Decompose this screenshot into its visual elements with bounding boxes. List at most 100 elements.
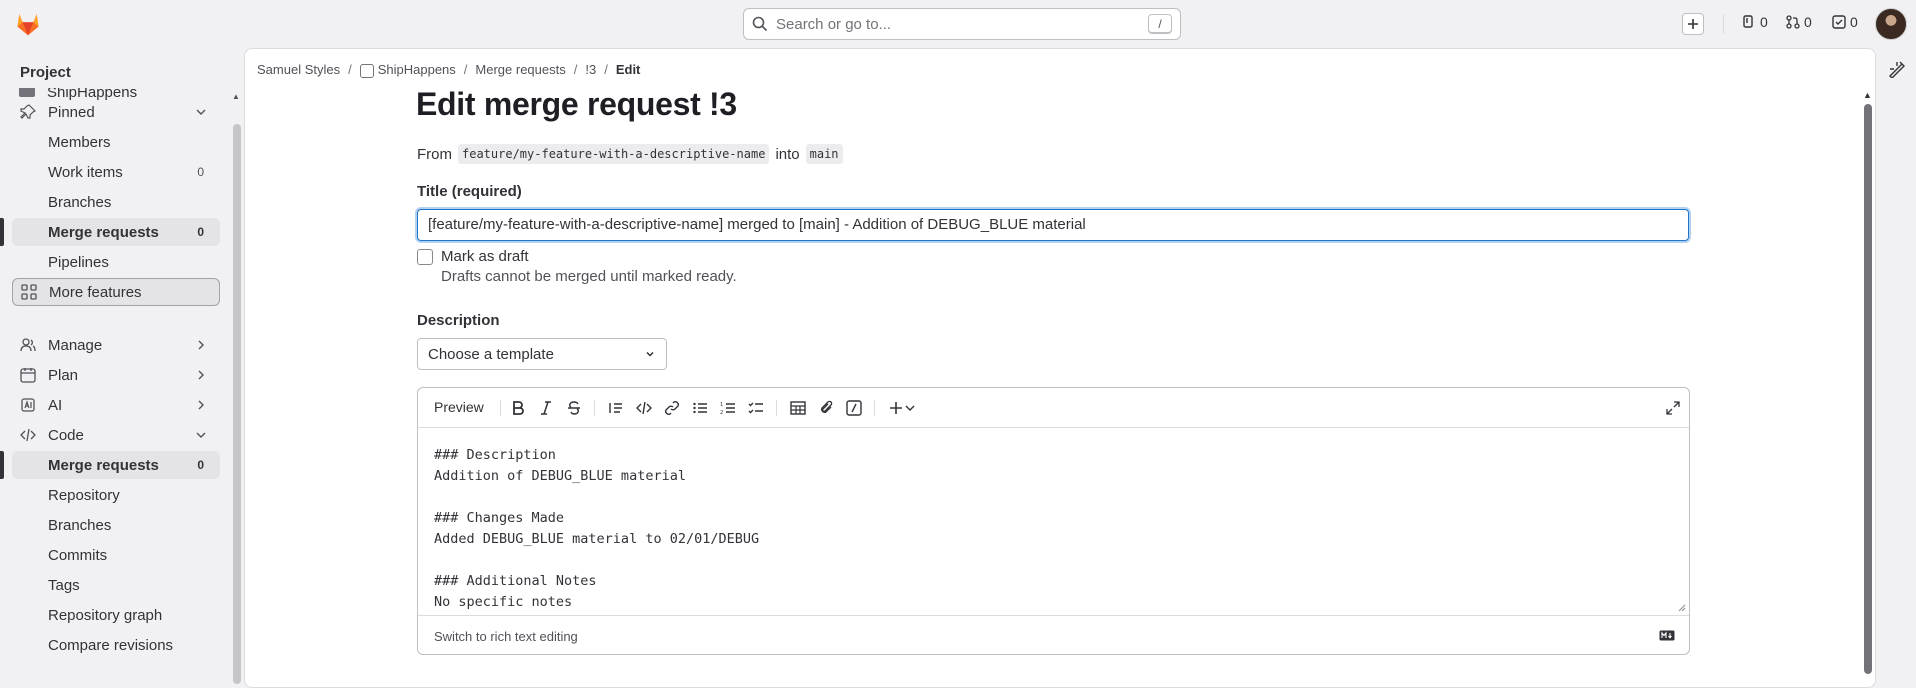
sidebar-item-tags[interactable]: Tags xyxy=(12,571,220,599)
create-new-button[interactable] xyxy=(1682,13,1704,35)
markdown-icon xyxy=(1659,630,1675,641)
user-avatar[interactable] xyxy=(1875,8,1907,40)
top-bar: Search or go to... / 0 0 0 xyxy=(0,0,1916,48)
page-title: Edit merge request !3 xyxy=(416,86,737,122)
main-scrollbar-thumb[interactable] xyxy=(1864,104,1872,674)
sidebar-label: Code xyxy=(48,426,84,444)
todos-count: 0 xyxy=(1850,14,1858,30)
fullscreen-icon[interactable] xyxy=(1666,401,1680,415)
sidebar-section-pinned[interactable]: Pinned xyxy=(12,98,220,126)
sidebar-section-plan[interactable]: Plan xyxy=(12,361,220,389)
sidebar-item-members[interactable]: Members xyxy=(12,128,220,156)
chevron-down-icon[interactable] xyxy=(904,400,916,416)
sidebar-item-branches[interactable]: Branches xyxy=(12,188,220,216)
attachment-icon[interactable] xyxy=(818,400,834,416)
preview-tab[interactable]: Preview xyxy=(434,399,484,415)
sidebar-label: More features xyxy=(49,283,142,301)
slash-command-icon[interactable] xyxy=(846,400,862,416)
sidebar-label: Work items xyxy=(48,163,123,181)
todos-counter[interactable]: 0 xyxy=(1832,14,1858,30)
users-icon xyxy=(20,338,36,352)
italic-icon[interactable] xyxy=(538,400,554,416)
sidebar-item-merge-requests[interactable]: Merge requests 0 xyxy=(0,451,220,479)
chevron-right-icon xyxy=(198,340,204,350)
search-shortcut-key: / xyxy=(1148,14,1172,34)
issues-counter[interactable]: 0 xyxy=(1742,14,1768,30)
editor-toolbar: Preview 12 xyxy=(418,388,1689,428)
branch-info: From feature/my-feature-with-a-descripti… xyxy=(417,144,843,164)
breadcrumb-project[interactable]: ShipHappens xyxy=(359,62,456,78)
table-icon[interactable] xyxy=(790,400,806,416)
merge-requests-count: 0 xyxy=(1804,14,1812,30)
sidebar-section-ai[interactable]: AI xyxy=(12,391,220,419)
sidebar-item-merge-requests-pinned[interactable]: Merge requests 0 xyxy=(0,218,220,246)
link-icon[interactable] xyxy=(664,400,680,416)
sidebar-label: Merge requests xyxy=(48,456,159,474)
sidebar-label: Manage xyxy=(48,336,103,354)
sidebar-count: 0 xyxy=(197,458,204,472)
gitlab-logo-icon[interactable] xyxy=(14,10,42,38)
sidebar-item-more-features[interactable]: More features xyxy=(12,278,220,306)
sidebar-label: Branches xyxy=(48,516,112,534)
grid-icon xyxy=(21,284,37,300)
sidebar-item-work-items[interactable]: Work items 0 xyxy=(12,158,220,186)
breadcrumb-merge-requests[interactable]: Merge requests xyxy=(475,62,565,77)
mark-as-draft-label[interactable]: Mark as draft xyxy=(441,248,529,265)
description-label: Description xyxy=(417,312,500,329)
sidebar-section-code[interactable]: Code xyxy=(12,421,220,449)
title-input[interactable]: [feature/my-feature-with-a-descriptive-n… xyxy=(417,209,1689,241)
mark-as-draft-checkbox[interactable] xyxy=(417,249,433,265)
sidebar-item-pipelines[interactable]: Pipelines xyxy=(12,248,220,276)
bold-icon[interactable] xyxy=(510,400,526,416)
search-input[interactable]: Search or go to... / xyxy=(743,8,1181,40)
sidebar-label: Members xyxy=(48,133,111,151)
code-icon[interactable] xyxy=(636,400,652,416)
title-label: Title (required) xyxy=(417,183,522,200)
sidebar-item-commits[interactable]: Commits xyxy=(12,541,220,569)
merge-requests-counter[interactable]: 0 xyxy=(1786,14,1812,30)
sidebar-item-branches-code[interactable]: Branches xyxy=(12,511,220,539)
scroll-up-icon[interactable]: ▲ xyxy=(232,92,240,101)
from-label: From xyxy=(417,145,452,163)
resize-handle-icon[interactable] xyxy=(1676,602,1686,612)
strikethrough-icon[interactable] xyxy=(566,400,582,416)
toggle-sidebar-icon[interactable] xyxy=(1888,60,1906,78)
breadcrumb-user[interactable]: Samuel Styles xyxy=(257,62,340,77)
description-textarea[interactable]: ### Description Addition of DEBUG_BLUE m… xyxy=(418,429,1689,615)
main-scrollbar[interactable]: ▲ xyxy=(1862,90,1874,674)
scroll-up-icon[interactable]: ▲ xyxy=(1863,90,1872,100)
sidebar-item-compare-revisions[interactable]: Compare revisions xyxy=(12,631,220,659)
plus-icon[interactable] xyxy=(888,400,904,416)
switch-rich-text-button[interactable]: Switch to rich text editing xyxy=(434,629,578,644)
sidebar-label: Repository xyxy=(48,486,120,504)
breadcrumb-separator: / xyxy=(348,62,352,78)
sidebar: Project ShipHappens Pinned Members Work … xyxy=(0,48,244,674)
breadcrumb-mr[interactable]: !3 xyxy=(585,62,596,77)
sidebar-label: Commits xyxy=(48,546,108,564)
sidebar-item-repository-graph[interactable]: Repository graph xyxy=(12,601,220,629)
issues-count: 0 xyxy=(1760,14,1768,30)
task-list-icon[interactable] xyxy=(748,400,764,416)
toolbar-divider xyxy=(776,400,777,416)
quote-icon[interactable] xyxy=(608,400,624,416)
sidebar-item-repository[interactable]: Repository xyxy=(12,481,220,509)
breadcrumb: Samuel Styles / ShipHappens / Merge requ… xyxy=(257,62,640,78)
breadcrumb-project-label: ShipHappens xyxy=(377,62,456,77)
source-branch: feature/my-feature-with-a-descriptive-na… xyxy=(458,144,770,164)
template-select[interactable]: Choose a template xyxy=(417,338,667,370)
pin-icon xyxy=(20,104,36,119)
sidebar-label: Compare revisions xyxy=(48,636,174,654)
svg-text:1: 1 xyxy=(720,402,723,408)
sidebar-label: Pinned xyxy=(48,103,95,121)
bullet-list-icon[interactable] xyxy=(692,400,708,416)
sidebar-scrollbar[interactable]: ▲ xyxy=(230,48,242,684)
sidebar-count: 0 xyxy=(197,165,204,179)
editor-footer: Switch to rich text editing xyxy=(418,615,1689,654)
sidebar-scrollbar-thumb[interactable] xyxy=(233,124,241,684)
sidebar-label: Repository graph xyxy=(48,606,163,624)
sidebar-label: Plan xyxy=(48,366,79,384)
numbered-list-icon[interactable]: 12 xyxy=(720,400,736,416)
breadcrumb-current: Edit xyxy=(615,62,641,78)
sidebar-section-manage[interactable]: Manage xyxy=(12,331,220,359)
sidebar-count: 0 xyxy=(197,225,204,239)
